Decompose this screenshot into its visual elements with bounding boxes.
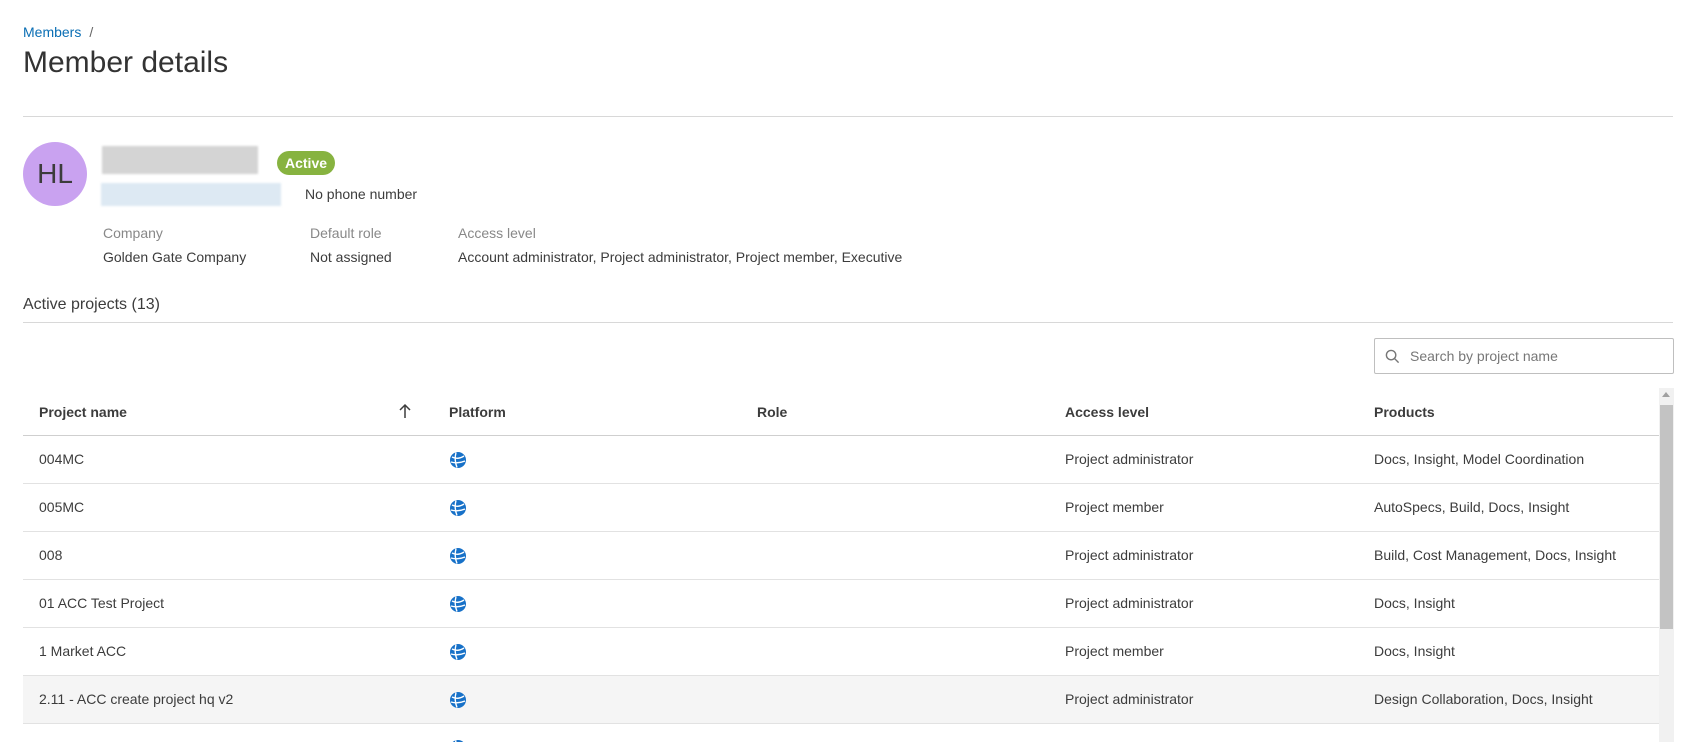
project-name-cell: 005MC (39, 499, 85, 515)
company-value: Golden Gate Company (103, 249, 247, 265)
column-header-products[interactable]: Products (1374, 404, 1435, 420)
table-row[interactable]: 1 Market ACC Project member Docs, Insigh… (23, 628, 1659, 676)
default-role-label: Default role (310, 225, 382, 241)
default-role-value: Not assigned (310, 249, 392, 265)
table-row[interactable]: 01 ACC Test Project Project administrato… (23, 580, 1659, 628)
table-row[interactable]: 004MC Project administrator Docs, Insigh… (23, 436, 1659, 484)
products-cell: Build, Cost Management, Docs, Insight (1374, 547, 1617, 563)
status-badge: Active (277, 151, 336, 175)
page-title: Member details (23, 46, 229, 79)
project-name-cell: 1 Market ACC (39, 643, 127, 659)
access-level-value: Account administrator, Project administr… (458, 249, 903, 265)
globe-icon (450, 500, 466, 516)
search-box[interactable] (1374, 338, 1674, 374)
company-label: Company (103, 225, 163, 241)
access-level-cell: Project member (1065, 643, 1164, 659)
table-header: Project name Platform Role Access level … (23, 388, 1659, 436)
table-row[interactable]: 2.11 - ACC create project hq v2 Project … (23, 676, 1659, 724)
products-cell: Design Collaboration, Docs, Insight (1374, 691, 1593, 707)
table-row[interactable]: 005MC Project member AutoSpecs, Build, D… (23, 484, 1659, 532)
search-icon (1385, 349, 1400, 363)
column-header-access-level[interactable]: Access level (1065, 404, 1149, 420)
scrollbar-thumb[interactable] (1660, 405, 1673, 629)
access-level-cell: Project administrator (1065, 691, 1194, 707)
globe-icon (450, 596, 466, 612)
breadcrumb-members-link[interactable]: Members (23, 24, 81, 40)
globe-icon (450, 692, 466, 708)
products-cell: AutoSpecs, Build, Docs, Insight (1374, 499, 1570, 515)
arrow-up-icon[interactable] (398, 402, 412, 420)
globe-icon (450, 548, 466, 564)
column-header-project-name[interactable]: Project name (39, 404, 127, 420)
globe-icon (450, 452, 466, 468)
products-cell: Docs, Insight (1374, 643, 1455, 659)
access-level-cell: Project administrator (1065, 595, 1194, 611)
scroll-up-arrow[interactable] (1662, 392, 1670, 397)
active-projects-title: Active projects (13) (23, 296, 160, 313)
phone-number: No phone number (305, 186, 418, 202)
project-name-cell: 2.11 - ACC create project hq v2 (39, 691, 234, 707)
table-row-partial[interactable] (23, 724, 1659, 742)
access-level-label: Access level (458, 225, 536, 241)
column-header-role[interactable]: Role (757, 404, 787, 420)
globe-icon (450, 644, 466, 660)
table-row[interactable]: 008 Project administrator Build, Cost Ma… (23, 532, 1659, 580)
products-cell: Docs, Insight, Model Coordination (1374, 451, 1585, 467)
project-name-cell: 008 (39, 547, 63, 563)
avatar: HL (23, 142, 87, 206)
breadcrumb-separator: / (89, 24, 94, 40)
project-name-cell: 01 ACC Test Project (39, 595, 165, 611)
products-cell: Docs, Insight (1374, 595, 1455, 611)
projects-table: Project name Platform Role Access level … (23, 388, 1659, 742)
section-divider (23, 322, 1673, 323)
member-name-redacted (102, 146, 258, 174)
access-level-cell: Project administrator (1065, 547, 1194, 563)
column-header-platform[interactable]: Platform (449, 404, 506, 420)
access-level-cell: Project administrator (1065, 451, 1194, 467)
member-email-redacted (101, 183, 281, 206)
access-level-cell: Project member (1065, 499, 1164, 515)
search-input[interactable] (1410, 348, 1660, 364)
project-name-cell: 004MC (39, 451, 85, 467)
breadcrumb: Members / (23, 24, 93, 40)
header-divider (23, 116, 1673, 117)
